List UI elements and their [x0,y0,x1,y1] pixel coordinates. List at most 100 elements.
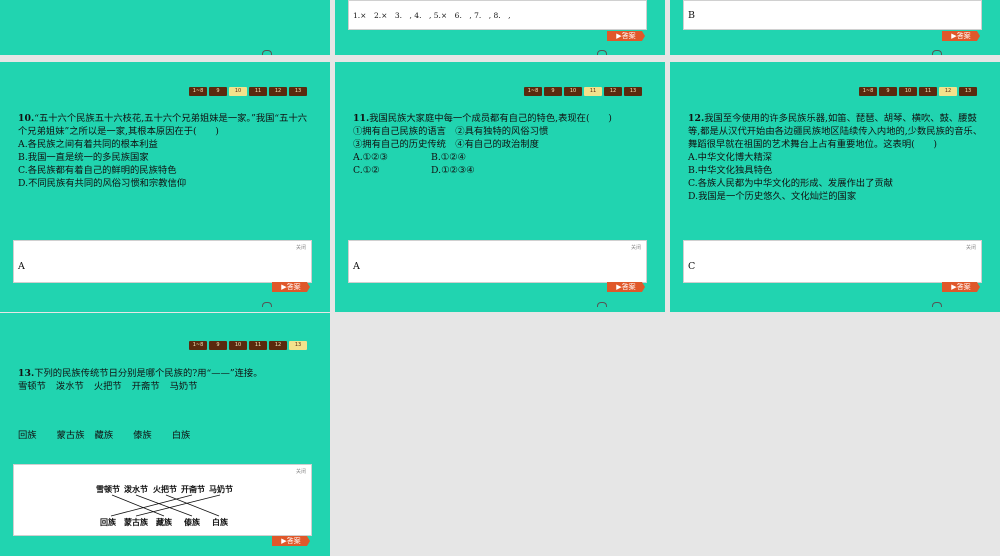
answer-box: B [683,0,982,30]
nav-item[interactable]: 13 [959,87,977,96]
answer-festival: 火把节 [153,484,177,494]
nav-item[interactable]: 1~8 [524,87,542,96]
nav-item[interactable]: 10 [564,87,582,96]
question-10: 10.“五十六个民族五十六枝花,五十六个兄弟姐妹是一家。”我国“五十六个兄弟姐妹… [18,112,314,190]
page-dot [597,50,607,55]
question-text: 下列的民族传统节日分别是哪个民族的?用“——”连接。 [34,368,263,379]
option-a: A.中华文化博大精深 [688,152,773,163]
slide-q11: 1~8 9 10 11 12 13 11.我国民族大家庭中每一个成员都有自己的特… [335,62,665,312]
option-b: B.①②④ [431,152,466,163]
nav-item[interactable]: 13 [624,87,642,96]
nav-item[interactable]: 12 [269,341,287,350]
people-label: 傣族 [133,430,152,441]
statement-line-2: ③拥有自己的历史传统 ④有自己的政治制度 [353,139,539,150]
answer-festival: 马奶节 [209,484,233,494]
people-label: 白族 [171,430,191,441]
answer-text: C [688,261,696,272]
option-d: D.我国是一个历史悠久、文化灿烂的国家 [688,191,857,202]
nav-item-current[interactable]: 11 [584,87,602,96]
nav-item[interactable]: 12 [269,87,287,96]
statement-line-1: ①拥有自己民族的语言 ②具有独特的风俗习惯 [353,126,549,137]
option-a: A.各民族之间有着共同的根本利益 [18,139,158,150]
close-button[interactable]: 关闭 [296,244,306,251]
question-nav: 1~8 9 10 11 12 13 [189,341,307,350]
answer-people: 傣族 [184,517,201,527]
page-dot [262,50,272,55]
nav-item[interactable]: 12 [604,87,622,96]
people-label: 蒙古族 [56,430,85,441]
answer-festival: 雪顿节 [96,484,120,494]
match-line [110,494,193,517]
answer-button[interactable]: ▶答案 [942,31,980,41]
nav-item[interactable]: 1~8 [189,341,207,350]
answer-people: 蒙古族 [124,517,149,527]
answer-people: 白族 [212,517,229,527]
answer-text: A [18,261,25,272]
nav-item[interactable]: 9 [209,341,227,350]
nav-item[interactable]: 9 [209,87,227,96]
answer-button[interactable]: ▶答案 [607,31,645,41]
festival-row: 雪顿节 泼水节 火把节 开斋节 马奶节 [18,380,198,393]
festival-label: 泼水节 [55,381,84,392]
festival-label: 马奶节 [169,381,198,392]
answer-button[interactable]: ▶答案 [272,282,310,292]
matching-answer-diagram: 雪顿节 泼水节 火把节 开斋节 马奶节 回族 蒙古族 藏族 傣族 白族 [96,484,233,527]
close-button[interactable]: 关闭 [966,244,976,251]
question-number: 12. [688,113,705,124]
match-line [135,494,221,517]
option-b: B.中华文化独具特色 [688,165,773,176]
answer-text: A [353,261,360,272]
nav-item[interactable]: 11 [249,341,267,350]
question-13: 13.下列的民族传统节日分别是哪个民族的?用“——”连接。 [18,367,314,380]
question-number: 11. [353,113,370,124]
question-nav: 1~8 9 10 11 12 13 [859,87,977,96]
nav-item-current[interactable]: 13 [289,341,307,350]
option-b: B.我国一直是统一的多民族国家 [18,152,149,163]
close-button[interactable]: 关闭 [631,244,641,251]
answer-people: 回族 [100,517,117,527]
people-label: 回族 [18,430,37,441]
answer-box: 关闭 雪顿节 泼水节 火把节 开斋节 马奶节 回族 蒙古族 藏族 傣族 白族 [13,464,312,536]
option-d: D.不同民族有共同的风俗习惯和宗教信仰 [18,178,187,189]
people-row: 回族 蒙古族 藏族 傣族 白族 [18,429,190,442]
match-line [165,494,220,517]
festival-label: 雪顿节 [18,381,46,392]
answer-button[interactable]: ▶答案 [607,282,645,292]
answer-people: 藏族 [156,517,173,527]
nav-item[interactable]: 13 [289,87,307,96]
page-dot [932,302,942,307]
nav-item[interactable]: 11 [249,87,267,96]
nav-item-current[interactable]: 10 [229,87,247,96]
question-text: “五十六个民族五十六枝花,五十六个兄弟姐妹是一家。”我国“五十六个兄弟姐妹”之所… [18,113,308,137]
nav-item[interactable]: 9 [879,87,897,96]
answer-text: B [688,10,695,21]
answer-festival: 开斋节 [181,484,205,494]
nav-item[interactable]: 1~8 [859,87,877,96]
question-text: 我国至今使用的许多民族乐器,如笛、琵琶、胡琴、横吹、鼓、腰鼓等,都是从汉代开始由… [688,113,983,150]
question-11: 11.我国民族大家庭中每一个成员都有自己的特色,表现在( ) ①拥有自己民族的语… [353,112,649,177]
slide-top-left [0,0,330,55]
nav-item[interactable]: 9 [544,87,562,96]
page-dot [262,302,272,307]
answer-button[interactable]: ▶答案 [942,282,980,292]
question-number: 13. [18,368,35,379]
nav-item-current[interactable]: 12 [939,87,957,96]
festival-label: 火把节 [93,381,122,392]
slide-q12: 1~8 9 10 11 12 13 12.我国至今使用的许多民族乐器,如笛、琵琶… [670,62,1000,312]
question-nav: 1~8 9 10 11 12 13 [189,87,307,96]
nav-item[interactable]: 1~8 [189,87,207,96]
question-text: 我国民族大家庭中每一个成员都有自己的特色,表现在( ) [369,113,612,124]
nav-item[interactable]: 10 [229,341,247,350]
question-12: 12.我国至今使用的许多民族乐器,如笛、琵琶、胡琴、横吹、鼓、腰鼓等,都是从汉代… [688,112,984,203]
festival-label: 开斋节 [131,381,160,392]
slide-top-middle: 1.× 2.× 3. , 4. , 5.× 6. , 7. , 8. , ▶答案 [335,0,665,55]
nav-item[interactable]: 11 [919,87,937,96]
answer-button[interactable]: ▶答案 [272,536,310,546]
match-line [135,494,193,517]
page-dot [597,302,607,307]
slide-top-right: B ▶答案 [670,0,1000,55]
nav-item[interactable]: 10 [899,87,917,96]
option-c: C.①② [353,165,380,176]
option-c: C.各民族都有着自己的鲜明的民族特色 [18,165,177,176]
answer-box: 关闭 C [683,240,982,283]
